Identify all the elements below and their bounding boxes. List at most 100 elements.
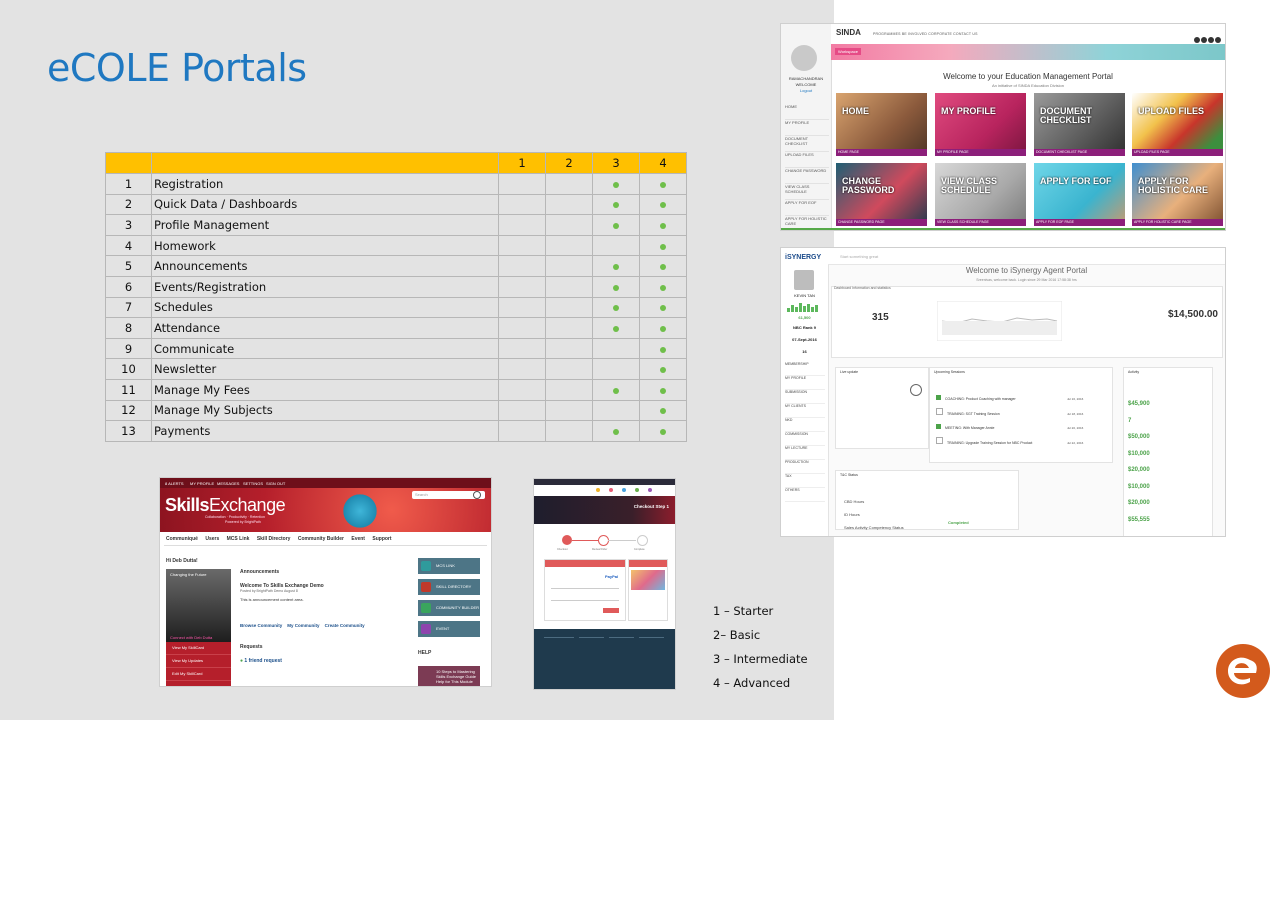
isynergy-menu-item[interactable]: COMMISSION bbox=[785, 432, 825, 446]
header-level-2: 2 bbox=[545, 152, 593, 174]
session-item[interactable]: COACHING: Product Coaching with manager bbox=[945, 397, 1016, 401]
skillcard-menu-item[interactable]: Edit My SkillCard bbox=[166, 668, 231, 681]
browse-community-link[interactable]: Browse Community bbox=[240, 623, 282, 628]
isynergy-menu-item[interactable]: OTHERS bbox=[785, 488, 825, 502]
checkbox-icon[interactable] bbox=[936, 395, 941, 400]
isynergy-menu-item[interactable]: MY PROFILE bbox=[785, 376, 825, 390]
friend-request[interactable]: ● 1 friend request bbox=[240, 658, 365, 664]
signout-link[interactable]: SIGN OUT bbox=[266, 481, 285, 486]
tile-upload-files[interactable]: UPLOAD FILES UPLOAD FILES PAGE bbox=[1132, 93, 1223, 156]
status-item[interactable]: Sales Activity Competency Status bbox=[844, 521, 904, 534]
sinda-menu-item[interactable]: VIEW CLASS SCHEDULE bbox=[785, 184, 829, 200]
nav-icon[interactable] bbox=[648, 488, 652, 492]
nav-icon[interactable] bbox=[609, 488, 613, 492]
sinda-menu-item[interactable]: MY PROFILE bbox=[785, 120, 829, 136]
isynergy-menu-item[interactable]: TAX bbox=[785, 474, 825, 488]
my-community-link[interactable]: My Community bbox=[287, 623, 319, 628]
nav-link[interactable]: Communiqué bbox=[166, 536, 198, 542]
skill-directory-button[interactable]: SKILL DIRECTORY bbox=[418, 579, 480, 595]
settings-link[interactable]: SETTINGS bbox=[243, 481, 263, 486]
nav-link[interactable]: Community Builder bbox=[298, 536, 344, 542]
workspace-tab[interactable]: Workspace bbox=[835, 48, 861, 55]
youtube-icon[interactable] bbox=[1208, 37, 1214, 43]
nav-link[interactable]: Skill Directory bbox=[257, 536, 291, 542]
nav-link[interactable]: Support bbox=[372, 536, 391, 542]
isynergy-menu-item[interactable]: MY LECTURE bbox=[785, 446, 825, 460]
tile-apply-for-eof[interactable]: APPLY FOR EOF APPLY FOR EOF PAGE bbox=[1034, 163, 1125, 226]
logout-link[interactable]: Logout bbox=[783, 88, 829, 94]
status-item[interactable]: ID Hours bbox=[844, 508, 904, 521]
community-builder-button[interactable]: COMMUNITY BUILDER bbox=[418, 600, 480, 616]
nav-link[interactable]: MCS Link bbox=[227, 536, 250, 542]
sinda-nav[interactable]: PROGRAMMES BE INVOLVED CORPORATE CONTACT… bbox=[873, 32, 978, 36]
sinda-logo[interactable]: SINDA bbox=[836, 28, 861, 37]
nav-icon[interactable] bbox=[635, 488, 639, 492]
submit-button[interactable] bbox=[603, 608, 619, 613]
isynergy-logo[interactable]: iSYNERGY bbox=[785, 254, 821, 261]
sinda-menu-item[interactable]: CHANGE PASSWORD bbox=[785, 168, 829, 184]
isynergy-menu-item[interactable]: MY CLIENTS bbox=[785, 404, 825, 418]
nav-icon[interactable] bbox=[622, 488, 626, 492]
tile-view-class-schedule[interactable]: VIEW CLASS SCHEDULE VIEW CLASS SCHEDULE … bbox=[935, 163, 1026, 226]
checkbox-icon[interactable] bbox=[936, 424, 941, 429]
feature-name: Attendance bbox=[151, 317, 499, 339]
table-row: 1 Registration bbox=[105, 173, 687, 195]
tile-apply-for-holistic-care[interactable]: APPLY FOR HOLISTIC CARE APPLY FOR HOLIST… bbox=[1132, 163, 1223, 226]
agent-name: KEVIN TAN bbox=[794, 293, 815, 298]
instagram-icon[interactable] bbox=[1215, 37, 1221, 43]
event-button[interactable]: EVENT bbox=[418, 621, 480, 637]
sinda-menu-item[interactable]: DOCUMENT CHECKLIST bbox=[785, 136, 829, 152]
alerts-link[interactable]: 8 ALERTS bbox=[165, 481, 184, 486]
sinda-menu-item[interactable]: UPLOAD FILES bbox=[785, 152, 829, 168]
directory-icon bbox=[421, 582, 431, 592]
nav-link[interactable]: Event bbox=[351, 536, 365, 542]
activity-value: $10,000 bbox=[1128, 483, 1150, 490]
nav-icon[interactable] bbox=[596, 488, 600, 492]
form-header bbox=[545, 560, 625, 567]
tile-label: HOME bbox=[842, 106, 869, 116]
tile-home[interactable]: HOME HOME PAGE bbox=[836, 93, 927, 156]
sinda-topbar: SINDA PROGRAMMES BE INVOLVED CORPORATE C… bbox=[831, 24, 1225, 45]
checkbox-icon[interactable] bbox=[936, 407, 943, 415]
session-item[interactable]: TRAINING: SGT Training Session bbox=[947, 412, 1000, 416]
nav-link[interactable]: Users bbox=[205, 536, 219, 542]
search-input[interactable]: Start something great bbox=[840, 254, 878, 259]
level-legend: 1 – Starter 2– Basic 3 – Intermediate 4 … bbox=[713, 604, 808, 700]
session-item[interactable]: MEETING: With Manager Annie bbox=[945, 426, 994, 430]
sinda-menu-item[interactable]: HOME bbox=[785, 104, 829, 120]
search-icon[interactable] bbox=[473, 491, 481, 499]
level-2-cell bbox=[545, 317, 593, 339]
isynergy-menu-item[interactable]: PRODUCTION bbox=[785, 460, 825, 474]
skills-exchange-screenshot: 8 ALERTS MY PROFILE MESSAGES SETTINGS SI… bbox=[159, 477, 492, 687]
sinda-menu-item[interactable]: APPLY FOR EOF bbox=[785, 200, 829, 216]
profile-link[interactable]: MY PROFILE bbox=[190, 481, 214, 486]
tile-my-profile[interactable]: MY PROFILE MY PROFILE PAGE bbox=[935, 93, 1026, 156]
form-field[interactable] bbox=[551, 584, 619, 589]
facebook-icon[interactable] bbox=[1194, 37, 1200, 43]
create-community-link[interactable]: Create Community bbox=[325, 623, 365, 628]
tile-document-checklist[interactable]: DOCUMENT CHECKLIST DOCUMENT CHECKLIST PA… bbox=[1034, 93, 1125, 156]
status-item[interactable]: CBD Hours bbox=[844, 495, 904, 508]
tile-change-password[interactable]: CHANGE PASSWORD CHANGE PASSWORD PAGE bbox=[836, 163, 927, 226]
isynergy-menu-item[interactable]: SUBMISSION bbox=[785, 390, 825, 404]
level-3-cell bbox=[592, 337, 640, 360]
mcs-link-button[interactable]: MCS LINK bbox=[418, 558, 480, 574]
isynergy-menu-item[interactable]: NKD bbox=[785, 418, 825, 432]
level-4-cell bbox=[639, 255, 687, 277]
paypal-logo[interactable]: PayPal bbox=[605, 574, 618, 579]
level-1-cell bbox=[498, 399, 546, 422]
skillcard-menu-item[interactable]: View My SkillCard bbox=[166, 642, 231, 655]
agent-date: 07-Sept-2016 bbox=[792, 337, 817, 342]
level-2-cell bbox=[545, 193, 593, 216]
table-header-row: 1 2 3 4 bbox=[105, 152, 687, 174]
session-item[interactable]: TRAINING: Upgrade Training Session for N… bbox=[947, 441, 1032, 445]
twitter-icon[interactable] bbox=[1201, 37, 1207, 43]
skillcard-menu-item[interactable]: View My Updates bbox=[166, 655, 231, 668]
isynergy-menu-item[interactable]: MEMBERSHIP bbox=[785, 362, 825, 376]
form-field[interactable] bbox=[551, 596, 619, 601]
messages-link[interactable]: MESSAGES bbox=[217, 481, 239, 486]
included-dot-icon bbox=[660, 428, 666, 435]
skills-tagline: Collaboration · Productivity · Retention bbox=[205, 515, 265, 519]
help-guide-link[interactable]: 10 Steps to Mastering Skills Exchange Gu… bbox=[418, 666, 480, 686]
checkbox-icon[interactable] bbox=[936, 436, 943, 444]
